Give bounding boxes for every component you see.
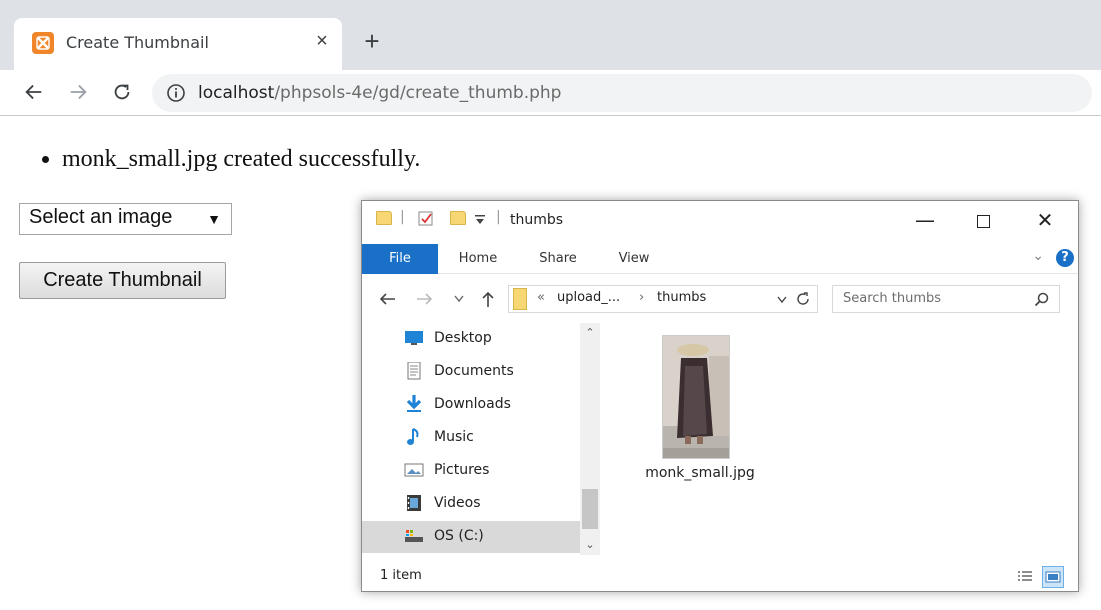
reload-button[interactable] xyxy=(106,76,138,108)
breadcrumb-parent[interactable]: upload_... xyxy=(557,290,620,305)
nav-item-videos[interactable]: Videos xyxy=(402,488,580,520)
navigation-pane: Desktop Documents Downloads Music Pictur… xyxy=(362,323,602,555)
folder-icon xyxy=(376,211,392,225)
nav-item-label: Documents xyxy=(434,363,514,379)
properties-icon[interactable] xyxy=(418,210,434,226)
nav-item-desktop[interactable]: Desktop xyxy=(402,323,580,355)
nav-item-pictures[interactable]: Pictures xyxy=(402,455,580,487)
breadcrumb-separator: › xyxy=(639,290,645,305)
music-icon xyxy=(407,428,419,445)
nav-scrollbar[interactable]: ⌃ ⌄ xyxy=(580,323,600,555)
reload-icon xyxy=(114,84,130,100)
ribbon-tab-home[interactable]: Home xyxy=(448,244,508,274)
forward-button[interactable] xyxy=(62,76,94,108)
file-name: monk_small.jpg xyxy=(645,465,755,481)
folder-icon xyxy=(513,288,527,310)
monk-thumbnail-image xyxy=(662,335,730,459)
recent-locations-icon[interactable] xyxy=(454,295,464,303)
back-arrow-icon[interactable] xyxy=(378,291,396,307)
breadcrumb-current[interactable]: thumbs xyxy=(657,290,706,305)
scroll-up-icon[interactable]: ⌃ xyxy=(580,323,600,343)
new-folder-icon[interactable] xyxy=(450,211,466,225)
back-button[interactable] xyxy=(18,76,50,108)
url-text: localhost/phpsols-4e/gd/create_thumb.php xyxy=(198,83,561,103)
browser-tab[interactable]: Create Thumbnail × xyxy=(14,18,342,70)
success-message: monk_small.jpg created successfully. xyxy=(62,146,420,173)
large-icons-view-icon[interactable] xyxy=(1042,566,1064,588)
tab-title: Create Thumbnail xyxy=(66,33,209,52)
arrow-left-icon xyxy=(25,84,42,100)
xampp-favicon-icon xyxy=(32,32,54,54)
ribbon-tabs: File Home Share View ⌄ ? xyxy=(362,244,1078,274)
ribbon-tab-view[interactable]: View xyxy=(604,244,664,274)
address-bar[interactable]: localhost/phpsols-4e/gd/create_thumb.php xyxy=(152,74,1092,112)
forward-arrow-icon[interactable] xyxy=(416,291,434,307)
nav-item-os-c[interactable]: OS (C:) xyxy=(362,521,580,553)
videos-icon xyxy=(407,495,421,511)
help-icon[interactable]: ? xyxy=(1056,249,1074,267)
close-window-icon[interactable]: ✕ xyxy=(1022,203,1068,237)
chevron-down-icon[interactable] xyxy=(777,296,787,304)
image-select-value: Select an image xyxy=(29,206,173,228)
documents-icon xyxy=(407,362,421,380)
address-row: « upload_... › thumbs Search thumbs xyxy=(362,281,1078,317)
ribbon-tab-share[interactable]: Share xyxy=(528,244,588,274)
explorer-titlebar: | | thumbs — ✕ xyxy=(362,201,1078,239)
nav-item-label: Pictures xyxy=(434,462,490,478)
browser-toolbar: localhost/phpsols-4e/gd/create_thumb.php xyxy=(0,70,1101,116)
search-input[interactable]: Search thumbs xyxy=(832,285,1060,313)
window-title: thumbs xyxy=(510,212,564,228)
separator-icon: | xyxy=(400,209,405,225)
search-placeholder: Search thumbs xyxy=(843,291,942,306)
nav-item-label: Videos xyxy=(434,495,481,511)
details-view-icon[interactable] xyxy=(1014,566,1036,588)
nav-item-label: OS (C:) xyxy=(434,528,484,544)
url-path: /phpsols-4e/gd/create_thumb.php xyxy=(274,83,562,103)
scrollbar-thumb[interactable] xyxy=(582,489,598,529)
minimize-icon[interactable]: — xyxy=(902,203,948,237)
pictures-icon xyxy=(404,463,424,477)
drive-icon xyxy=(405,530,423,542)
browser-tab-strip: Create Thumbnail × + xyxy=(0,0,1101,70)
new-tab-button[interactable]: + xyxy=(358,28,386,56)
arrow-right-icon xyxy=(70,84,87,100)
close-tab-icon[interactable]: × xyxy=(310,30,334,54)
up-arrow-icon[interactable] xyxy=(480,290,496,308)
nav-item-label: Downloads xyxy=(434,396,511,412)
downloads-icon xyxy=(406,395,422,412)
url-host: localhost xyxy=(198,83,275,103)
nav-item-music[interactable]: Music xyxy=(402,422,580,454)
nav-item-label: Desktop xyxy=(434,330,492,346)
maximize-icon[interactable] xyxy=(960,203,1006,237)
dropdown-arrow-icon: ▼ xyxy=(207,211,221,227)
info-icon[interactable] xyxy=(166,83,186,103)
customize-toolbar-icon[interactable] xyxy=(474,215,486,225)
image-select[interactable]: Select an image ▼ xyxy=(19,203,232,235)
status-bar: 1 item xyxy=(362,563,1078,591)
create-thumbnail-button[interactable]: Create Thumbnail xyxy=(19,262,226,299)
file-explorer-window: | | thumbs — ✕ File Home Share View ⌄ ? … xyxy=(361,200,1079,592)
nav-item-label: Music xyxy=(434,429,474,445)
item-count: 1 item xyxy=(380,568,422,583)
breadcrumb-overflow[interactable]: « xyxy=(537,290,545,305)
separator-icon: | xyxy=(496,209,501,225)
nav-item-downloads[interactable]: Downloads xyxy=(402,389,580,421)
ribbon-tab-file[interactable]: File xyxy=(362,244,438,274)
file-item[interactable]: monk_small.jpg xyxy=(640,335,760,495)
scroll-down-icon[interactable]: ⌄ xyxy=(580,535,600,555)
expand-ribbon-icon[interactable]: ⌄ xyxy=(1032,248,1044,264)
refresh-icon[interactable] xyxy=(795,291,811,307)
search-icon[interactable] xyxy=(1034,292,1049,307)
desktop-icon xyxy=(405,331,423,345)
explorer-address-bar[interactable]: « upload_... › thumbs xyxy=(508,285,818,313)
nav-item-documents[interactable]: Documents xyxy=(402,356,580,388)
result-messages: monk_small.jpg created successfully. xyxy=(62,146,420,173)
